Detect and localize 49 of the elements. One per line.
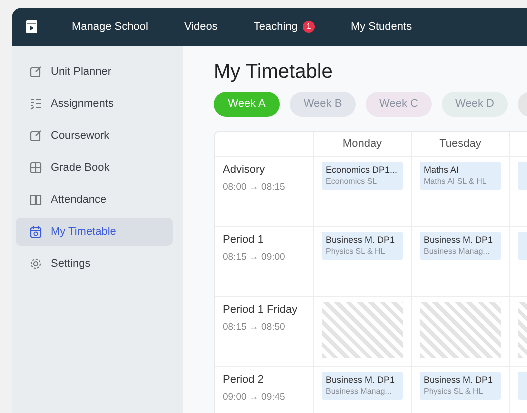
lesson-card[interactable]: Economics DP1... Economics SL	[322, 162, 403, 190]
settings-icon	[30, 258, 42, 270]
edit-icon	[30, 130, 42, 142]
nav-link[interactable]: Manage School	[72, 18, 148, 36]
grid-icon	[30, 162, 42, 174]
lesson-subtitle: Physics SL & HL	[424, 387, 484, 397]
period-name: Period 1 Friday	[223, 303, 299, 318]
lesson-card[interactable]: Business M. DP1 Business Manag...	[420, 232, 501, 260]
lesson-card[interactable]: Business M. DP1 Business Manag...	[322, 372, 403, 400]
lesson-subtitle: Business Manag...	[424, 247, 491, 257]
column-header: Monday	[342, 136, 382, 152]
period-time: 08:15 → 08:50	[223, 320, 286, 334]
edit-icon	[30, 66, 42, 78]
lesson-title: Business M. DP1	[326, 375, 396, 386]
lesson-title: Business M. DP1	[424, 235, 494, 246]
page-title: My Timetable	[214, 60, 334, 84]
lesson-subtitle: Economics SL	[326, 177, 378, 187]
sidebar-item[interactable]: Settings	[16, 250, 173, 278]
checklist-icon	[30, 98, 42, 110]
lesson-subtitle: Business Manag...	[326, 387, 393, 397]
notification-badge: 1	[302, 21, 315, 33]
lesson-subtitle: Maths AI SL & HL	[424, 177, 488, 187]
sidebar-item[interactable]: Unit Planner	[16, 58, 173, 86]
lesson-title: Business M. DP1	[326, 235, 396, 246]
nav-link[interactable]: My Students	[350, 18, 412, 36]
sidebar-item[interactable]: My Timetable	[16, 218, 173, 246]
period-time: 09:00 → 09:45	[223, 390, 286, 404]
lesson-card[interactable]: Business M. DP1 Physics SL & HL	[322, 232, 403, 260]
sidebar-item[interactable]: Assignments	[16, 90, 173, 118]
sidebar-item[interactable]: Attendance	[16, 186, 173, 214]
calendar-icon	[30, 226, 42, 238]
period-name: Advisory	[223, 163, 266, 178]
period-time: 08:00 → 08:15	[223, 180, 286, 194]
lesson-title: Economics DP1...	[326, 165, 399, 176]
sidebar-item[interactable]: Coursework	[16, 122, 173, 150]
lesson-title: Maths AI	[424, 165, 460, 176]
lesson-card[interactable]: Maths AI Maths AI SL & HL	[420, 162, 501, 190]
nav-link[interactable]: Videos	[184, 18, 218, 36]
period-name: Period 1	[223, 233, 265, 248]
period-name: Period 2	[223, 373, 265, 388]
lesson-card[interactable]: Business M. DP1 Physics SL & HL	[420, 372, 501, 400]
lesson-title: Business M. DP1	[424, 375, 494, 386]
period-time: 08:15 → 09:00	[223, 250, 286, 264]
sidebar-item[interactable]: Grade Book	[16, 154, 173, 182]
book-icon	[30, 194, 42, 206]
nav-link[interactable]: Teaching	[254, 18, 298, 36]
column-header: Tuesday	[440, 136, 482, 152]
lesson-subtitle: Physics SL & HL	[326, 247, 386, 257]
logo-icon[interactable]	[26, 20, 38, 34]
